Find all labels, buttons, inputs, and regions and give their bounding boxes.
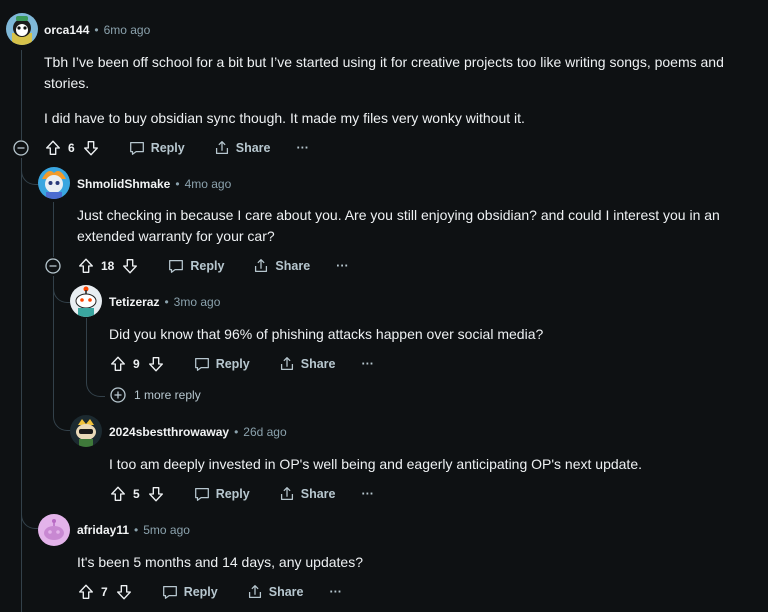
downvote-icon[interactable]	[82, 139, 100, 157]
avatar[interactable]	[70, 285, 102, 317]
share-icon	[280, 357, 293, 371]
comment-text: Tbh I’ve been off school for a bit but I…	[44, 54, 724, 91]
separator-dot: •	[234, 425, 239, 439]
expand-plus-icon	[110, 387, 126, 403]
comment-actions: 6 Reply Share ···	[44, 136, 309, 160]
timestamp[interactable]: 6mo ago	[104, 23, 151, 37]
collapse-minus-icon[interactable]	[45, 258, 61, 274]
separator-dot: •	[164, 295, 169, 309]
share-button[interactable]: Share	[213, 139, 271, 157]
separator-dot: •	[94, 23, 99, 37]
downvote-icon[interactable]	[121, 257, 139, 275]
comment-bubble-icon	[194, 357, 209, 371]
reply-button[interactable]: Reply	[193, 355, 250, 373]
comment-bubble-icon	[162, 585, 177, 599]
comment-text: It's been 5 months and 14 days, any upda…	[77, 554, 363, 570]
share-icon	[248, 585, 261, 599]
thread-line-shmolid[interactable]	[53, 202, 54, 257]
vote-count: 7	[101, 585, 108, 599]
timestamp[interactable]: 4mo ago	[185, 177, 232, 191]
avatar[interactable]	[38, 514, 70, 546]
thread-line-tetizeraz[interactable]	[86, 318, 87, 378]
vote-count: 18	[101, 259, 115, 273]
upvote-icon[interactable]	[77, 583, 95, 601]
more-options-button[interactable]: ···	[361, 357, 374, 371]
timestamp[interactable]: 5mo ago	[143, 523, 190, 537]
share-button[interactable]: Share	[278, 355, 336, 373]
share-icon	[215, 141, 228, 155]
collapse-minus-icon[interactable]	[13, 140, 29, 156]
username[interactable]: 2024sbestthrowaway	[109, 425, 229, 439]
timestamp[interactable]: 3mo ago	[174, 295, 221, 309]
thread-curve-afriday	[21, 180, 40, 529]
avatar[interactable]	[70, 415, 102, 447]
avatar[interactable]	[6, 13, 38, 45]
reply-label: Reply	[190, 259, 225, 273]
upvote-icon[interactable]	[77, 257, 95, 275]
comment-text: I did have to buy obsidian sync though. …	[44, 110, 525, 126]
share-label: Share	[268, 585, 304, 599]
share-label: Share	[300, 487, 336, 501]
more-options-label: ···	[336, 259, 349, 273]
comment-actions: 7 Reply Share ···	[77, 580, 342, 604]
downvote-icon[interactable]	[115, 583, 133, 601]
more-options-label: ···	[296, 141, 309, 155]
reply-label: Reply	[150, 141, 185, 155]
more-options-button[interactable]: ···	[329, 585, 342, 599]
comment-bubble-icon	[169, 259, 184, 273]
share-button[interactable]: Share	[252, 257, 310, 275]
comment-text: I too am deeply invested in OP's well be…	[109, 456, 642, 472]
more-options-button[interactable]: ···	[361, 487, 374, 501]
share-button[interactable]: Share	[246, 583, 304, 601]
more-replies-button[interactable]: 1 more reply	[110, 387, 201, 403]
comment-actions: 18 Reply Share ···	[77, 254, 349, 278]
vote-count: 9	[133, 357, 140, 371]
avatar[interactable]	[38, 167, 70, 199]
share-label: Share	[300, 357, 336, 371]
vote-count: 5	[133, 487, 140, 501]
comment-actions: 9 Reply Share ···	[109, 352, 374, 376]
share-icon	[280, 487, 293, 501]
reply-button[interactable]: Reply	[193, 485, 250, 503]
comment-actions: 5 Reply Share ···	[109, 482, 374, 506]
share-label: Share	[275, 259, 311, 273]
username[interactable]: afriday11	[77, 523, 129, 537]
comment-text: Just checking in because I care about yo…	[77, 207, 720, 244]
more-options-button[interactable]: ···	[336, 259, 349, 273]
more-options-button[interactable]: ···	[296, 141, 309, 155]
reply-label: Reply	[183, 585, 218, 599]
upvote-icon[interactable]	[44, 139, 62, 157]
separator-dot: •	[134, 523, 139, 537]
comment-text: Did you know that 96% of phishing attack…	[109, 326, 544, 342]
comment-bubble-icon	[194, 487, 209, 501]
share-icon	[255, 259, 268, 273]
thread-curve-more-replies	[86, 372, 105, 397]
more-replies-label: 1 more reply	[134, 388, 201, 402]
comment-bubble-icon	[129, 141, 144, 155]
reply-button[interactable]: Reply	[161, 583, 218, 601]
separator-dot: •	[175, 177, 180, 191]
vote-count: 6	[68, 141, 75, 155]
reply-button[interactable]: Reply	[167, 257, 224, 275]
reply-button[interactable]: Reply	[128, 139, 185, 157]
upvote-icon[interactable]	[109, 355, 127, 373]
username[interactable]: Tetizeraz	[109, 295, 159, 309]
more-options-label: ···	[329, 585, 342, 599]
share-button[interactable]: Share	[278, 485, 336, 503]
more-options-label: ···	[361, 487, 374, 501]
share-label: Share	[235, 141, 271, 155]
timestamp[interactable]: 26d ago	[243, 425, 286, 439]
more-options-label: ···	[361, 357, 374, 371]
username[interactable]: orca144	[44, 23, 89, 37]
downvote-icon[interactable]	[147, 355, 165, 373]
username[interactable]: ShmolidShmake	[77, 177, 170, 191]
reply-label: Reply	[215, 487, 250, 501]
upvote-icon[interactable]	[109, 485, 127, 503]
thread-line-orca144[interactable]	[21, 50, 22, 140]
downvote-icon[interactable]	[147, 485, 165, 503]
reply-label: Reply	[215, 357, 250, 371]
